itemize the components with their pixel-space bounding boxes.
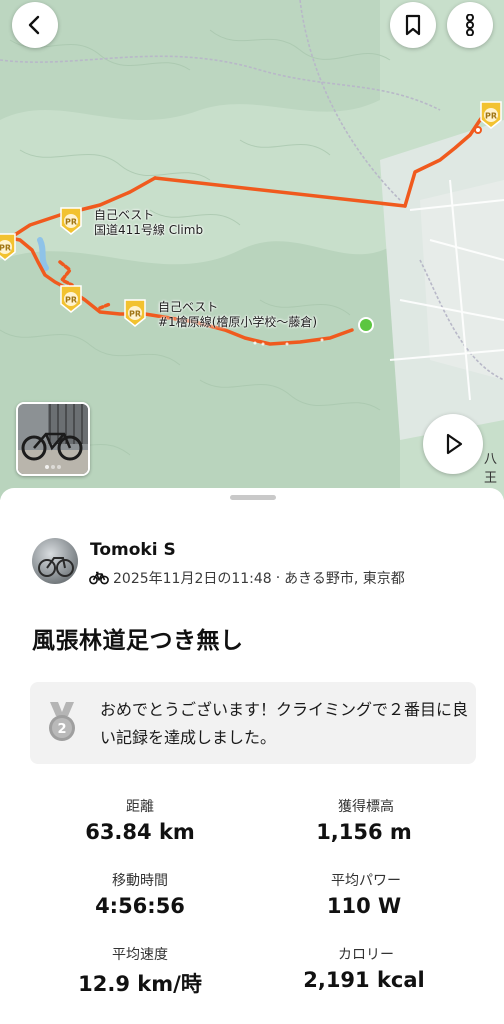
activity-meta: 2025年11月2日の11:48 · あきる野市, 東京都 xyxy=(89,568,405,588)
stat-label-avg-speed: 平均速度 xyxy=(112,947,168,963)
stat-label-moving-time: 移動時間 xyxy=(112,873,168,889)
stat-value-distance: 63.84 km xyxy=(85,820,195,844)
pr-badge[interactable]: PR xyxy=(122,298,146,327)
activity-photo-thumbnail[interactable] xyxy=(16,402,90,476)
stat-value-avg-speed: 12.9 km/時 xyxy=(78,972,202,996)
achievement-banner[interactable]: 2 おめでとうございます！クライミングで２番目に良い記録を達成しました。 xyxy=(30,682,476,764)
more-vertical-icon xyxy=(466,14,474,36)
sheet-drag-handle[interactable] xyxy=(230,495,276,500)
avatar-photo xyxy=(38,557,74,577)
svg-text:2: 2 xyxy=(57,722,66,737)
meta-separator: · xyxy=(275,570,281,586)
pr-badge[interactable]: PR xyxy=(478,100,502,129)
svg-text:PR: PR xyxy=(65,218,77,227)
segment-label[interactable]: 自己ベスト #1檜原線(檜原小学校〜藤倉) xyxy=(158,300,317,330)
bike-icon xyxy=(89,571,109,585)
pr-badge[interactable]: PR xyxy=(0,232,16,261)
activity-location: あきる野市, 東京都 xyxy=(284,571,405,587)
map-place-label: 八王 xyxy=(484,452,498,486)
stat-label-avg-power: 平均パワー xyxy=(331,873,401,889)
avatar[interactable] xyxy=(32,538,78,584)
pr-badge-icon: PR xyxy=(60,207,82,235)
bicycle-photo xyxy=(18,404,88,474)
achievement-text: おめでとうございます！クライミングで２番目に良い記録を達成しました。 xyxy=(100,700,469,747)
pr-badge-icon: PR xyxy=(124,299,146,327)
segment-label-line2: #1檜原線(檜原小学校〜藤倉) xyxy=(158,315,318,329)
play-flyover-button[interactable] xyxy=(423,414,483,474)
play-icon xyxy=(446,433,463,455)
svg-text:PR: PR xyxy=(129,310,141,319)
activity-details-sheet: Tomoki S 2025年11月2日の11:48 · あきる野市, 東京都 風… xyxy=(0,488,504,1024)
stat-value-calories: 2,191 kcal xyxy=(303,968,425,992)
segment-label[interactable]: 自己ベスト 国道411号線 Climb xyxy=(94,208,203,238)
segment-label-line1: 自己ベスト xyxy=(94,208,155,222)
pr-badge[interactable]: PR xyxy=(58,206,82,235)
pr-badge-icon: PR xyxy=(0,233,16,261)
stat-value-avg-power: 110 W xyxy=(326,894,402,918)
back-arrow-icon xyxy=(28,15,40,35)
stat-label-calories: カロリー xyxy=(338,947,394,963)
svg-text:PR: PR xyxy=(485,112,497,121)
pr-badge-icon: PR xyxy=(60,285,82,313)
activity-title: 風張林道足つき無し xyxy=(32,628,244,654)
svg-text:PR: PR xyxy=(65,296,77,305)
stat-label-elevation-gain: 獲得標高 xyxy=(338,799,394,815)
route-map[interactable]: PR PR PR PR PR 自己ベスト 国道411号線 Climb 自己ベスト… xyxy=(0,0,504,500)
bookmark-button[interactable] xyxy=(390,2,436,48)
stat-label-distance: 距離 xyxy=(126,799,154,815)
back-button[interactable] xyxy=(12,2,58,48)
stat-value-moving-time: 4:56:56 xyxy=(95,894,185,918)
athlete-name[interactable]: Tomoki S xyxy=(90,540,176,560)
more-options-button[interactable] xyxy=(447,2,493,48)
bookmark-icon xyxy=(405,14,421,36)
activity-date-time: 2025年11月2日の11:48 xyxy=(113,571,272,587)
pr-badge[interactable]: PR xyxy=(58,284,82,313)
segment-label-line2: 国道411号線 Climb xyxy=(94,223,204,237)
segment-label-line1: 自己ベスト xyxy=(158,300,219,314)
medal-icon: 2 xyxy=(49,702,75,741)
svg-text:PR: PR xyxy=(0,244,11,253)
stat-value-elevation-gain: 1,156 m xyxy=(316,820,412,844)
pr-badge-icon: PR xyxy=(480,101,502,129)
